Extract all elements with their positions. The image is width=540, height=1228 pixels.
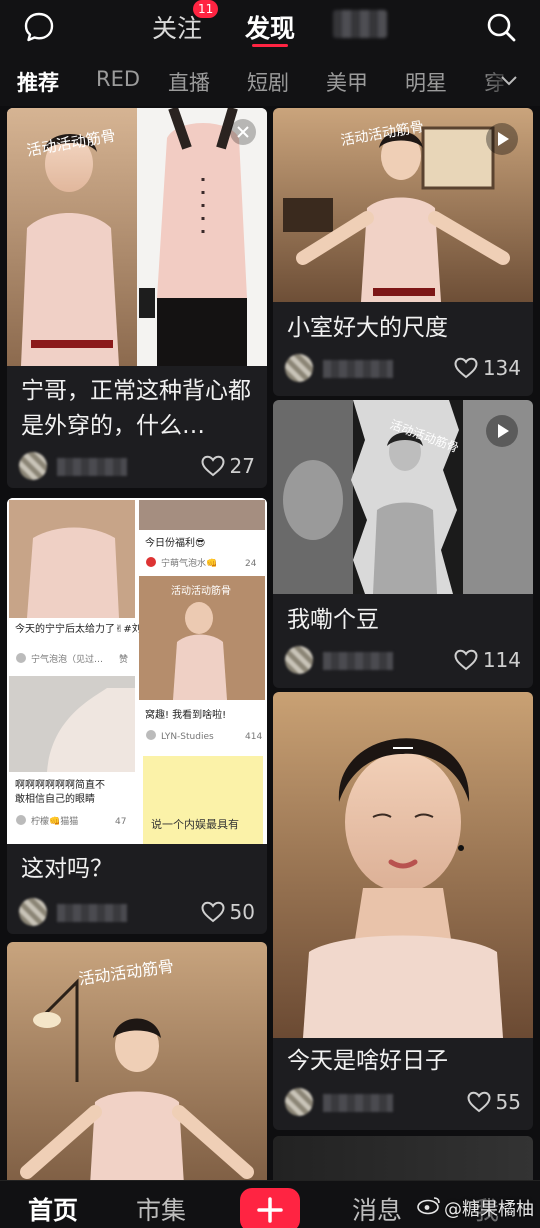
svg-text:活动活动筋骨: 活动活动筋骨	[171, 584, 231, 597]
channel-celebrity[interactable]: 明星	[405, 67, 447, 97]
weibo-logo-icon	[417, 1197, 440, 1215]
like-count: 134	[482, 356, 521, 380]
like-count: 27	[229, 454, 255, 478]
author-name-blurred[interactable]	[57, 904, 127, 922]
cover-image: 活动活动筋骨	[7, 942, 267, 1180]
card-cover	[273, 1136, 533, 1180]
feed: 活动活动筋骨 宁哥，正常这种背心都是外穿的，什么… 27 活动活动筋骨 小室好大…	[0, 106, 540, 1180]
author-name-blurred[interactable]	[323, 1094, 393, 1112]
author-name-blurred[interactable]	[57, 458, 127, 476]
channel-live[interactable]: 直播	[168, 67, 210, 97]
search-icon[interactable]	[484, 10, 518, 44]
card-title: 宁哥，正常这种背心都是外穿的，什么…	[21, 378, 251, 439]
card-cover: 活动活动筋骨	[273, 108, 533, 302]
svg-text:LYN-Studies: LYN-Studies	[161, 732, 214, 742]
svg-text:说一个内娱最具有: 说一个内娱最具有	[151, 817, 239, 831]
card-cover: 今天的宁宁后太给力了✌#刘宇宁 #永远为之… 宁气泡泡（见过… 赞 今日份福利😎…	[7, 498, 267, 844]
heart-icon	[201, 901, 225, 923]
svg-text:宁萌气泡水👊: 宁萌气泡水👊	[161, 557, 217, 569]
heart-icon	[454, 357, 478, 379]
bottom-nav: 首页 市集 消息 我 @糖果橘柚	[0, 1180, 540, 1228]
card-cover: 活动活动筋骨	[273, 400, 533, 594]
like-count: 50	[229, 900, 255, 924]
cover-collage-image: 活动活动筋骨	[7, 108, 267, 366]
channel-row: 推荐 RED 直播 短剧 美甲 明星 穿	[0, 56, 540, 106]
avatar[interactable]	[285, 646, 313, 674]
nav-market[interactable]: 市集	[136, 1191, 186, 1227]
svg-text:今日份福利😎: 今日份福利😎	[145, 536, 205, 549]
svg-text:24: 24	[245, 559, 257, 569]
like-button[interactable]: 114	[453, 646, 521, 674]
card-meta: 27	[19, 452, 255, 482]
chat-bubble-icon[interactable]	[22, 10, 56, 44]
channel-short-drama[interactable]: 短剧	[247, 67, 289, 97]
close-icon[interactable]	[229, 118, 257, 146]
card-title: 今天是啥好日子	[287, 1048, 448, 1074]
author-name-blurred[interactable]	[323, 360, 393, 378]
avatar[interactable]	[19, 452, 47, 480]
nav-home[interactable]: 首页	[28, 1191, 78, 1227]
like-button[interactable]: 27	[200, 452, 255, 480]
cover-image	[273, 692, 533, 1038]
location-tab-blurred[interactable]	[333, 10, 387, 38]
post-button[interactable]	[240, 1188, 300, 1228]
heart-icon	[467, 1091, 491, 1113]
svg-text:47: 47	[115, 817, 126, 827]
svg-text:啊啊啊啊啊啊简直不: 啊啊啊啊啊啊简直不	[15, 778, 105, 791]
avatar[interactable]	[285, 1088, 313, 1116]
channel-recommend[interactable]: 推荐	[17, 67, 59, 97]
play-icon[interactable]	[485, 414, 519, 448]
card-cover: 活动活动筋骨	[7, 942, 267, 1180]
svg-text:宁气泡泡（见过…: 宁气泡泡（见过…	[31, 653, 103, 665]
card-cover: 活动活动筋骨	[7, 108, 267, 366]
like-count: 55	[495, 1090, 521, 1114]
follow-count-badge: 11	[193, 0, 219, 18]
card-meta: 55	[285, 1088, 521, 1118]
like-button[interactable]: 134	[453, 354, 521, 382]
like-button[interactable]: 50	[200, 898, 255, 926]
feed-card[interactable]: 活动活动筋骨 小室好大的尺度 134	[273, 108, 533, 396]
feed-card[interactable]: 活动活动筋骨 我嘞个豆 114	[273, 400, 533, 688]
card-title: 我嘞个豆	[287, 607, 379, 633]
card-title: 小室好大的尺度	[287, 315, 448, 341]
chevron-down-icon[interactable]	[500, 74, 518, 88]
svg-text:窝趣! 我看到啥啦!: 窝趣! 我看到啥啦!	[145, 708, 226, 721]
svg-text:414: 414	[245, 732, 262, 742]
heart-icon	[201, 455, 225, 477]
active-tab-indicator	[252, 44, 288, 47]
svg-text:敢相信自己的眼睛: 敢相信自己的眼睛	[15, 792, 95, 805]
avatar[interactable]	[285, 354, 313, 382]
channel-nails[interactable]: 美甲	[326, 67, 368, 97]
card-title: 这对吗？	[21, 856, 113, 882]
feed-card[interactable]: 今天的宁宁后太给力了✌#刘宇宁 #永远为之… 宁气泡泡（见过… 赞 今日份福利😎…	[7, 498, 267, 934]
card-meta: 114	[285, 646, 521, 676]
plus-icon	[257, 1197, 283, 1223]
nav-messages[interactable]: 消息	[352, 1191, 402, 1227]
feed-card[interactable]: 今天是啥好日子 55	[273, 692, 533, 1130]
tab-discover[interactable]: 发现	[245, 9, 295, 45]
card-meta: 134	[285, 354, 521, 384]
play-icon[interactable]	[485, 122, 519, 156]
feed-card[interactable]: 活动活动筋骨 宁哥，正常这种背心都是外穿的，什么… 27	[7, 108, 267, 488]
feed-card[interactable]: 活动活动筋骨	[7, 942, 267, 1180]
svg-text:赞: 赞	[119, 653, 128, 665]
card-meta: 50	[19, 898, 255, 928]
screenshot-collage-image: 今天的宁宁后太给力了✌#刘宇宁 #永远为之… 宁气泡泡（见过… 赞 今日份福利😎…	[7, 498, 267, 844]
feed-card[interactable]	[273, 1136, 533, 1180]
like-button[interactable]: 55	[466, 1088, 521, 1116]
channel-red[interactable]: RED	[96, 67, 140, 91]
heart-icon	[454, 649, 478, 671]
watermark-text: @糖果橘柚	[444, 1199, 534, 1220]
svg-text:柠檬👊猫猫: 柠檬👊猫猫	[31, 815, 78, 827]
like-count: 114	[482, 648, 521, 672]
card-cover	[273, 692, 533, 1038]
avatar[interactable]	[19, 898, 47, 926]
top-bar: 关注 11 发现	[0, 0, 540, 56]
author-name-blurred[interactable]	[323, 652, 393, 670]
